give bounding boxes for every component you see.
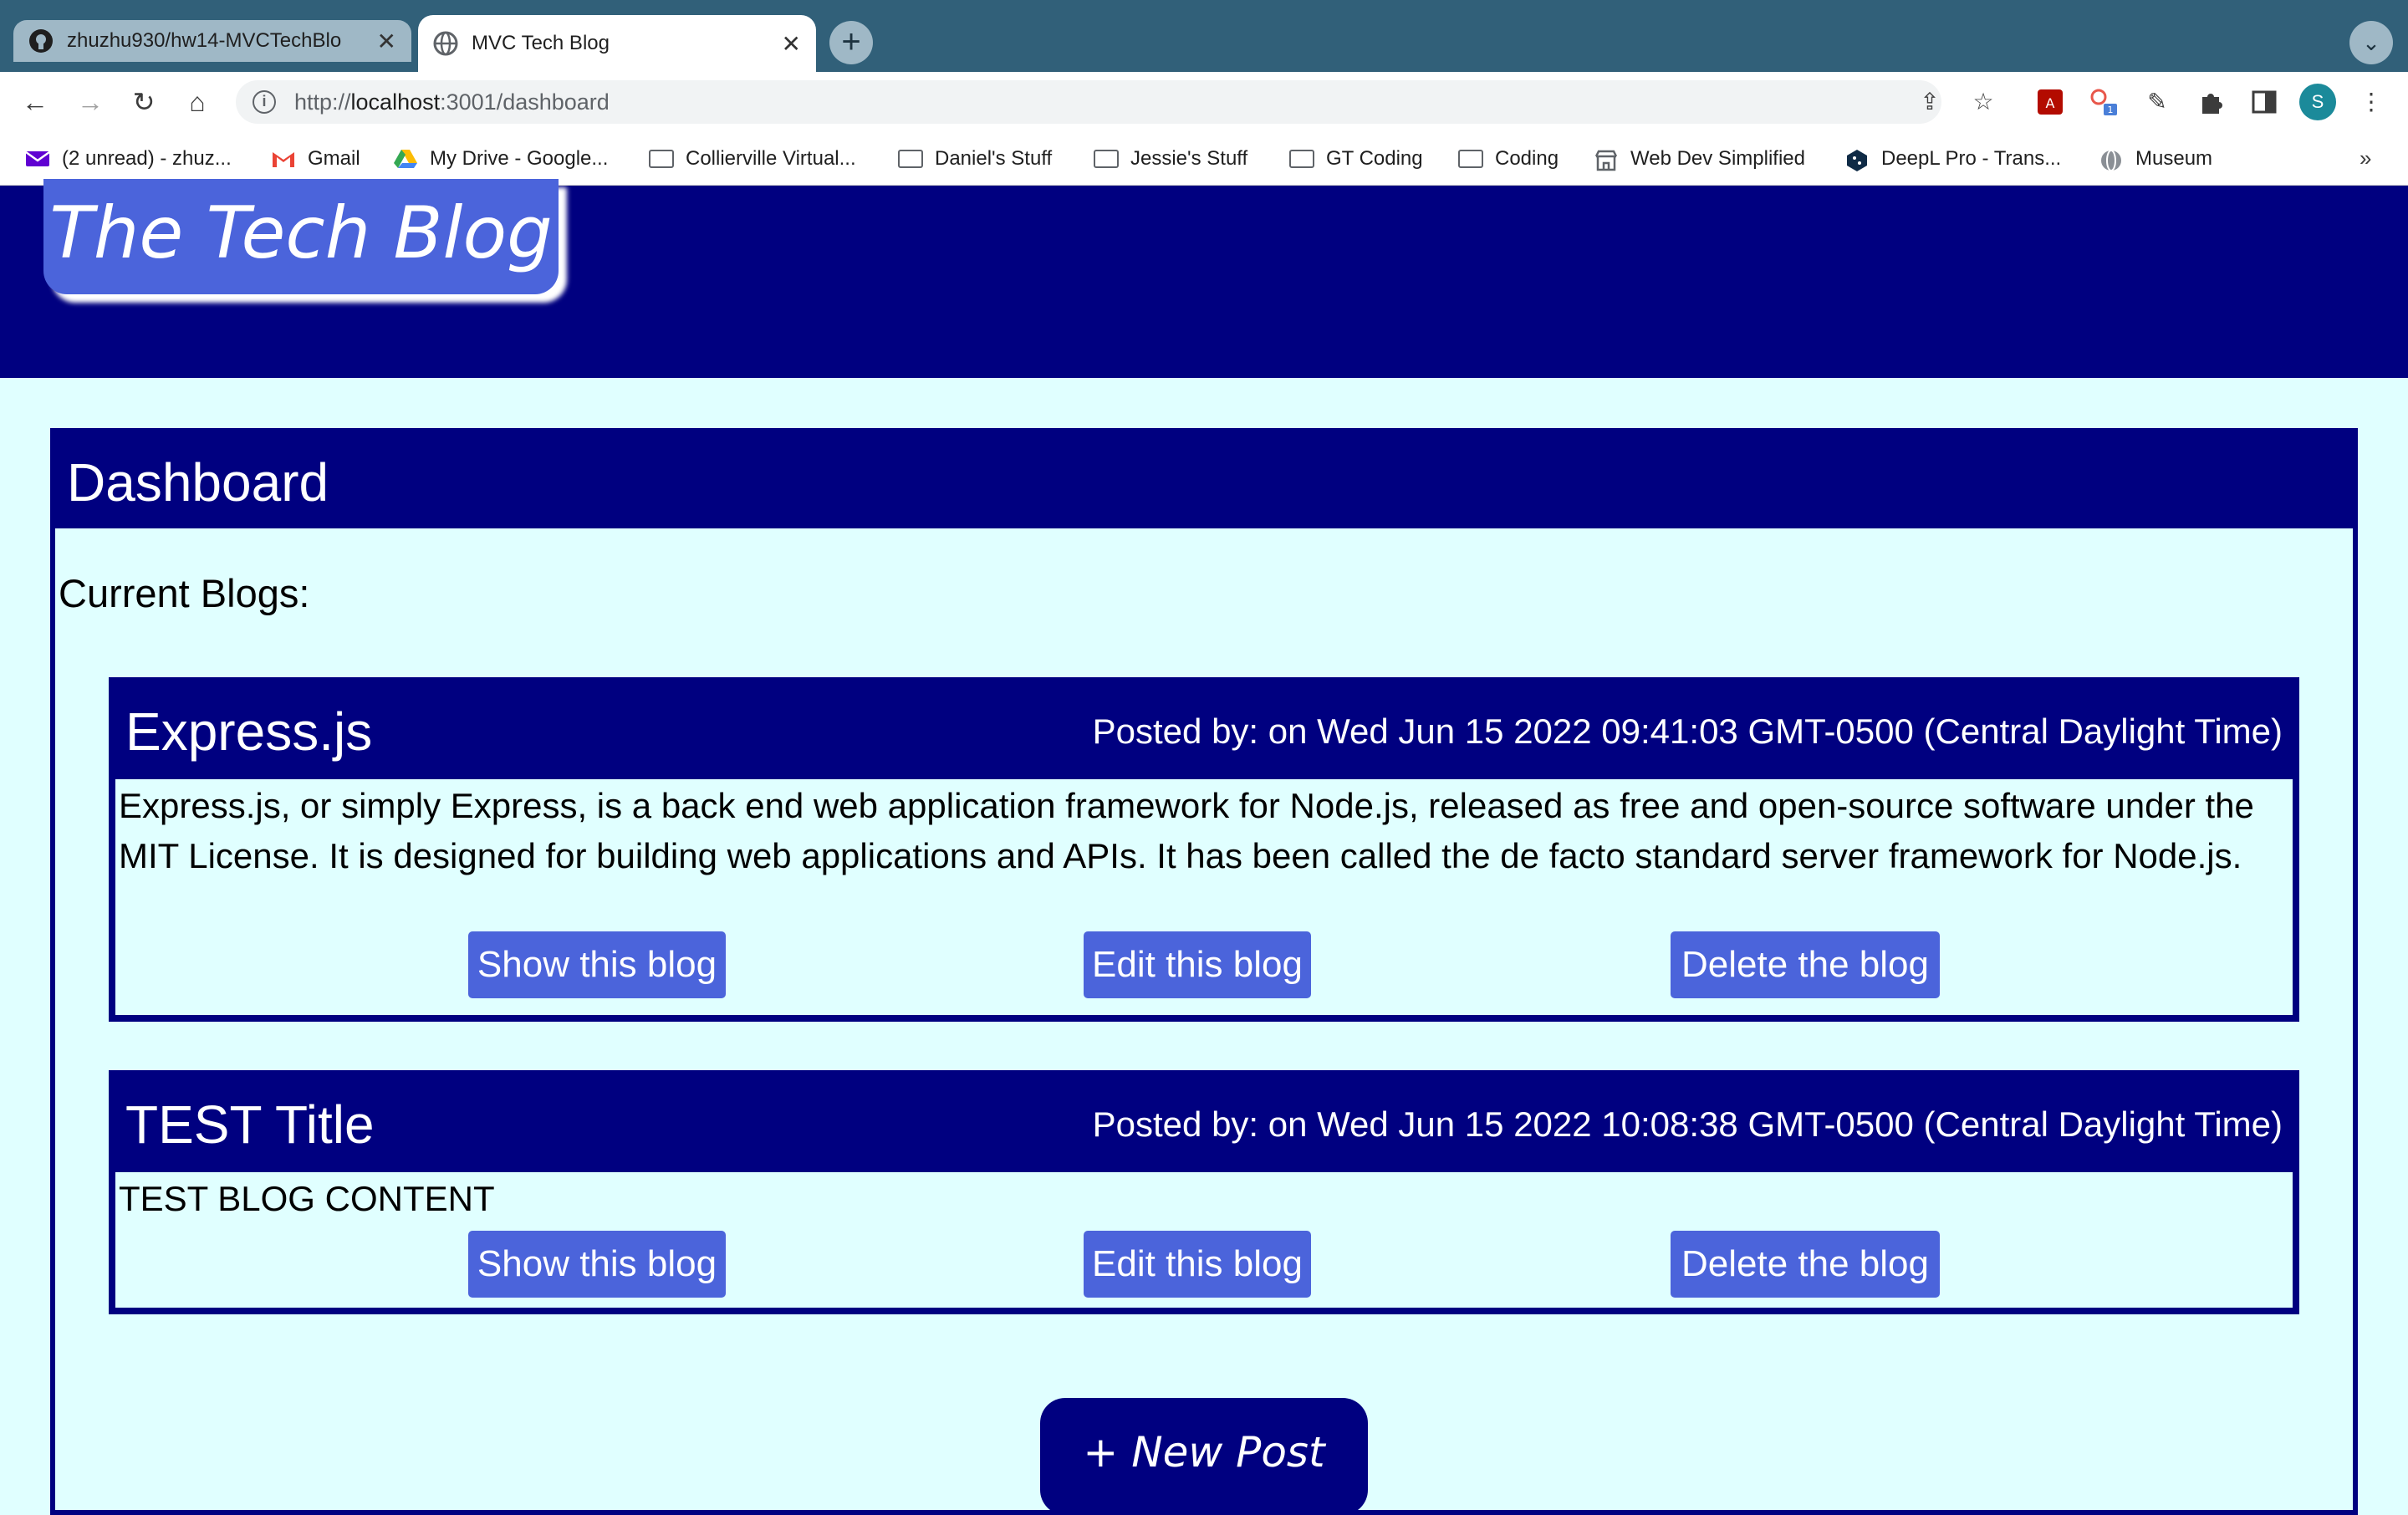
bookmark-museum[interactable]: Museum (2099, 145, 2212, 172)
bookmark-folder-collierville[interactable]: Collierville Virtual... (649, 145, 856, 172)
globe-icon (433, 31, 458, 56)
reload-icon[interactable]: ↻ (125, 84, 162, 120)
tab-github-repo[interactable]: zhuzhu930/hw14-MVCTechBlo ✕ (13, 20, 411, 62)
bookmark-deepl[interactable]: DeepL Pro - Trans... (1844, 145, 2061, 172)
side-panel-icon[interactable] (2246, 84, 2283, 120)
blog-card: TEST Title Posted by: on Wed Jun 15 2022… (109, 1070, 2299, 1314)
bookmark-star-icon[interactable]: ☆ (1965, 84, 2002, 120)
tab-mvc-tech-blog[interactable]: MVC Tech Blog ✕ (418, 15, 816, 72)
pdf-extension-icon[interactable]: A (2032, 84, 2069, 120)
blog-actions: Show this blog Edit this blog Delete the… (115, 1231, 2293, 1308)
show-blog-button[interactable]: Show this blog (468, 931, 726, 998)
site-logo[interactable]: The Tech Blog (43, 179, 559, 294)
bookmark-folder-daniels-stuff[interactable]: Daniel's Stuff (898, 145, 1052, 172)
reading-extension-icon[interactable]: ✎ (2139, 84, 2176, 120)
bookmark-google-drive[interactable]: My Drive - Google... (393, 145, 608, 172)
folder-icon (1289, 150, 1314, 168)
blog-title: Express.js (125, 701, 373, 762)
google-drive-icon (393, 149, 418, 169)
folder-icon (649, 150, 674, 168)
site-header: The Tech Blog (0, 179, 2408, 378)
dashboard-heading: Dashboard (50, 428, 2358, 528)
bookmark-folder-coding[interactable]: Coding (1458, 145, 1559, 172)
close-tab-icon[interactable]: ✕ (782, 30, 801, 58)
new-post-button[interactable]: + New Post (1040, 1398, 1368, 1515)
close-tab-icon[interactable]: ✕ (377, 28, 396, 55)
tab-strip: zhuzhu930/hw14-MVCTechBlo ✕ MVC Tech Blo… (0, 0, 2408, 72)
storefront-icon (1594, 149, 1619, 171)
tab-title: MVC Tech Blog (472, 32, 610, 54)
bookmark-label: Coding (1495, 147, 1559, 170)
url-host: localhost (350, 89, 441, 115)
share-icon[interactable]: ⇪ (1911, 84, 1948, 120)
svg-text:A: A (2046, 95, 2055, 111)
blog-actions: Show this blog Edit this blog Delete the… (115, 931, 2293, 1008)
bookmark-gmail[interactable]: Gmail (271, 145, 360, 172)
bookmark-yahoo-mail[interactable]: (2 unread) - zhuz... (25, 145, 232, 172)
site-info-icon[interactable]: i (253, 90, 276, 114)
current-blogs-label: Current Blogs: (59, 571, 310, 615)
extension-badge-icon[interactable]: 1 (2085, 84, 2122, 120)
bookmark-label: GT Coding (1326, 147, 1423, 170)
menu-kebab-icon[interactable]: ⋮ (2353, 84, 2390, 120)
show-blog-button[interactable]: Show this blog (468, 1231, 726, 1298)
bookmark-label: Daniel's Stuff (935, 147, 1053, 170)
folder-icon (1094, 150, 1119, 168)
bookmark-label: Jessie's Stuff (1130, 147, 1248, 170)
blog-meta: Posted by: on Wed Jun 15 2022 10:08:38 G… (1092, 1104, 2283, 1144)
blog-meta: Posted by: on Wed Jun 15 2022 09:41:03 G… (1092, 712, 2283, 751)
svg-text:1: 1 (2108, 105, 2114, 115)
blog-title: TEST Title (125, 1094, 375, 1155)
blog-content: TEST BLOG CONTENT (119, 1179, 495, 1218)
bookmark-label: Collierville Virtual... (686, 147, 856, 170)
back-icon[interactable]: ← (17, 84, 54, 120)
folder-icon (1458, 150, 1483, 168)
url-path: :3001/dashboard (440, 89, 610, 115)
gmail-icon (271, 149, 296, 169)
github-icon (28, 28, 54, 54)
url-scheme: http:// (294, 89, 351, 115)
bookmark-label: My Drive - Google... (430, 147, 609, 170)
delete-blog-button[interactable]: Delete the blog (1671, 1231, 1940, 1298)
globe-icon (2099, 149, 2124, 171)
bookmarks-overflow-button[interactable]: » (2360, 145, 2371, 171)
deepl-icon (1844, 149, 1870, 171)
delete-blog-button[interactable]: Delete the blog (1671, 931, 1940, 998)
bookmark-label: (2 unread) - zhuz... (62, 147, 232, 170)
bookmark-folder-jessies-stuff[interactable]: Jessie's Stuff (1094, 145, 1247, 172)
bookmark-web-dev-simplified[interactable]: Web Dev Simplified (1594, 145, 1805, 172)
blog-content: Express.js, or simply Express, is a back… (119, 786, 2254, 875)
edit-blog-button[interactable]: Edit this blog (1084, 1231, 1311, 1298)
blog-card-header: TEST Title Posted by: on Wed Jun 15 2022… (115, 1077, 2293, 1172)
tab-search-button[interactable]: ⌄ (2349, 21, 2393, 64)
home-icon[interactable]: ⌂ (179, 84, 216, 120)
bookmark-label: Web Dev Simplified (1630, 147, 1805, 170)
new-tab-button[interactable]: + (829, 21, 873, 64)
extensions-puzzle-icon[interactable] (2192, 84, 2229, 120)
tab-title: zhuzhu930/hw14-MVCTechBlo (67, 29, 342, 52)
edit-blog-button[interactable]: Edit this blog (1084, 931, 1311, 998)
bookmark-folder-gt-coding[interactable]: GT Coding (1289, 145, 1423, 172)
folder-icon (898, 150, 923, 168)
forward-icon[interactable]: → (72, 84, 109, 120)
bookmark-label: Gmail (308, 147, 360, 170)
profile-avatar[interactable]: S (2299, 84, 2336, 120)
address-bar[interactable]: i http://localhost:3001/dashboard (236, 80, 1941, 124)
bookmarks-bar: (2 unread) - zhuz... Gmail My Drive - Go… (0, 132, 2408, 186)
bookmark-label: Museum (2135, 147, 2213, 170)
bookmark-label: DeepL Pro - Trans... (1881, 147, 2062, 170)
blog-card-header: Express.js Posted by: on Wed Jun 15 2022… (115, 684, 2293, 779)
blog-card: Express.js Posted by: on Wed Jun 15 2022… (109, 677, 2299, 1022)
yahoo-mail-icon (25, 149, 50, 169)
browser-toolbar: ← → ↻ ⌂ i http://localhost:3001/dashboar… (0, 72, 2408, 132)
